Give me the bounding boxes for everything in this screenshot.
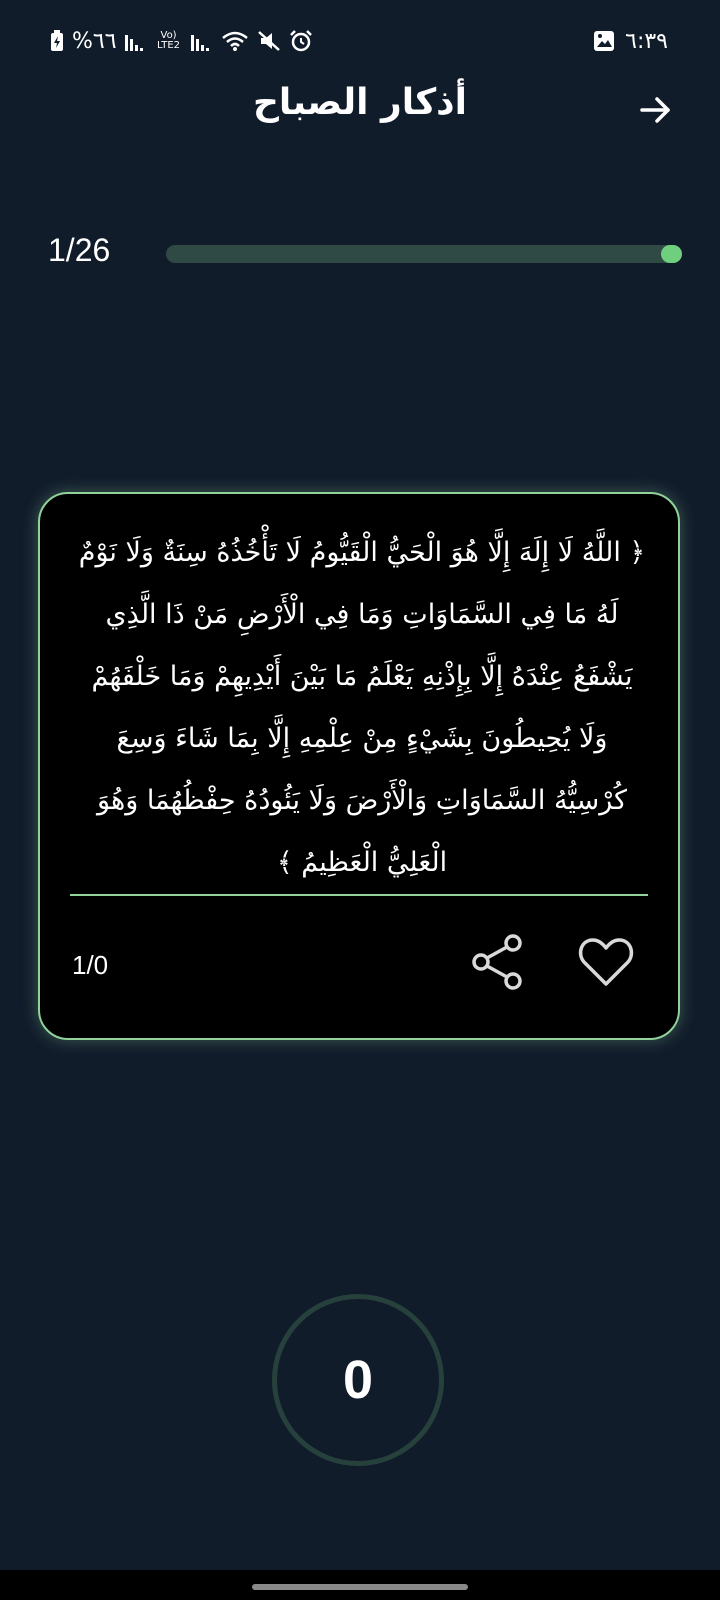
home-indicator[interactable] — [252, 1584, 468, 1590]
mute-icon — [257, 30, 281, 52]
tap-counter-value: 0 — [342, 1350, 374, 1410]
share-icon — [472, 934, 522, 990]
signal-icon-2 — [190, 31, 213, 51]
card-divider — [70, 894, 648, 896]
wifi-icon — [221, 30, 249, 52]
dhikr-repeat-count: 1/0 — [72, 950, 109, 980]
page-title: أذكار الصباح — [252, 82, 467, 123]
network-label: Vo) LTE2 — [157, 30, 181, 51]
status-time: ٦:٣٩ — [625, 28, 668, 54]
status-bar-left: %٦٦ Vo) LTE2 — [50, 26, 313, 56]
progress-counter: 1/26 — [48, 232, 111, 268]
dhikr-card: ﴿ اللَّهُ لَا إِلَهَ إِلَّا هُوَ الْحَيُ… — [38, 492, 680, 1040]
progress-bar — [166, 245, 682, 263]
status-bar-right: ٦:٣٩ — [593, 26, 668, 56]
header: أذكار الصباح — [0, 70, 720, 150]
share-button[interactable] — [468, 930, 528, 994]
dhikr-text: ﴿ اللَّهُ لَا إِلَهَ إِلَّا هُوَ الْحَيُ… — [78, 537, 646, 878]
tap-counter-button[interactable]: 0 — [272, 1294, 444, 1466]
heart-icon — [578, 938, 634, 986]
alarm-icon — [289, 29, 313, 53]
favorite-button[interactable] — [574, 930, 638, 994]
battery-icon — [50, 30, 64, 52]
arrow-right-icon — [640, 97, 670, 123]
battery-percentage: %٦٦ — [72, 28, 117, 54]
gallery-icon — [593, 30, 615, 52]
back-button[interactable] — [632, 86, 680, 134]
signal-icon — [124, 31, 147, 51]
progress-fill — [661, 245, 682, 263]
system-nav-bar — [0, 1570, 720, 1600]
status-bar: %٦٦ Vo) LTE2 ٦:٣٩ — [0, 0, 720, 80]
